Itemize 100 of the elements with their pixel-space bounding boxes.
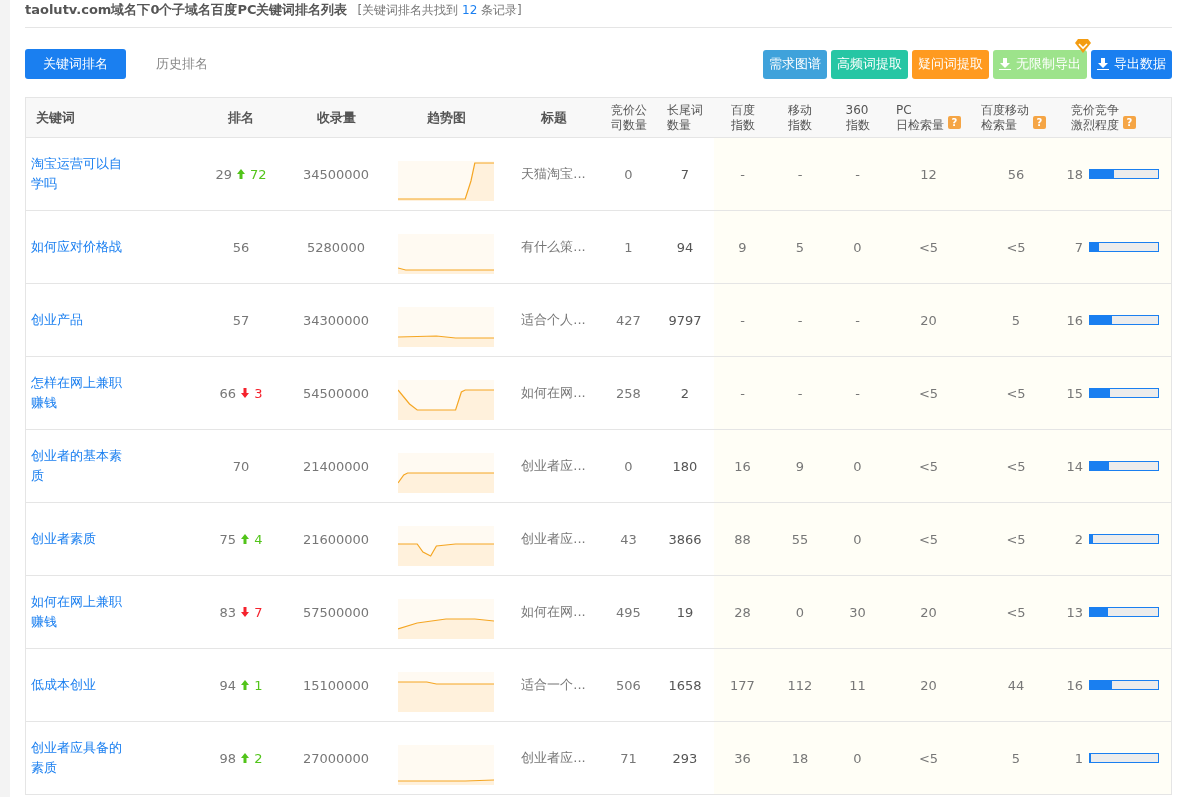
table-cell: <5 [1006, 604, 1026, 620]
table-cell: 177 [730, 677, 755, 693]
column-header: 百度移动 检索量 [981, 103, 1029, 132]
rank-value: 70 [232, 458, 250, 474]
table-cell: 16 [734, 458, 751, 474]
competition-bar [1089, 169, 1159, 179]
column-header: 竞价竞争 激烈程度 [1071, 103, 1119, 132]
column-header: 关键词 [36, 109, 75, 126]
table-cell: - [855, 166, 860, 182]
table-cell: 1 [624, 239, 633, 255]
competition-value: 13 [1066, 604, 1083, 620]
page-title-cell: 适合个人... [521, 311, 586, 329]
table-cell: 5 [1011, 750, 1021, 766]
table-cell: 0 [853, 750, 862, 766]
table-cell: - [740, 385, 745, 401]
rank-value: 98 [219, 750, 237, 766]
table-cell: <5 [918, 531, 939, 547]
table-cell: 44 [1007, 677, 1025, 693]
keyword-link[interactable]: 如何应对价格战 [31, 236, 122, 258]
competition-bar [1089, 315, 1159, 325]
competition-bar [1089, 242, 1159, 252]
keyword-link[interactable]: 创业者的基本素质 [31, 445, 133, 487]
download-icon [999, 58, 1011, 70]
table-cell: 180 [672, 458, 698, 474]
indexed-count: 54500000 [302, 385, 370, 401]
help-badge[interactable]: ? [1033, 116, 1046, 129]
table-cell: 112 [787, 677, 813, 693]
indexed-count: 57500000 [302, 604, 370, 620]
indexed-count: 27000000 [302, 750, 370, 766]
table-cell: 1658 [668, 677, 702, 693]
table-cell: 2 [680, 385, 690, 401]
column-header: PC 日检索量 [896, 103, 944, 132]
rank-change: 4 [254, 531, 263, 547]
column-header: 移动 指数 [788, 103, 812, 132]
table-cell: <5 [1006, 385, 1026, 401]
table-cell: 36 [734, 750, 751, 766]
competition-value: 7 [1074, 239, 1083, 255]
table-cell: 18 [791, 750, 809, 766]
table-cell: 7 [680, 166, 690, 182]
competition-value: 18 [1066, 166, 1083, 182]
table-cell: <5 [1006, 531, 1026, 547]
competition-bar [1089, 607, 1159, 617]
help-badge[interactable]: ? [948, 116, 961, 129]
action-button[interactable]: 高频词提取 [831, 49, 908, 79]
keyword-link[interactable]: 创业者素质 [31, 528, 96, 550]
table-cell: - [797, 385, 803, 401]
competition-bar [1089, 753, 1159, 763]
keyword-link[interactable]: 淘宝运营可以自学吗 [31, 153, 133, 195]
table-cell: 19 [676, 604, 694, 620]
table-cell: 88 [734, 531, 751, 547]
keyword-link[interactable]: 怎样在网上兼职赚钱 [31, 372, 133, 414]
record-count-note: [关键词排名共找到 12 条记录] [357, 2, 522, 19]
table-cell: - [797, 166, 803, 182]
table-cell: 30 [849, 604, 866, 620]
table-cell: 427 [616, 312, 641, 328]
rank-change: 3 [254, 385, 263, 401]
page-title-cell: 创业者应... [521, 457, 586, 475]
keyword-link[interactable]: 如何在网上兼职赚钱 [31, 591, 133, 633]
help-badge[interactable]: ? [1123, 116, 1136, 129]
action-button[interactable]: 疑问词提取 [912, 49, 989, 79]
table-cell: 20 [920, 677, 937, 693]
table-cell: 28 [734, 604, 751, 620]
rank-value: 75 [219, 531, 237, 547]
table-cell: 258 [616, 385, 641, 401]
down-arrow-icon [241, 388, 250, 398]
page-title-cell: 有什么策... [521, 238, 586, 256]
table-cell: - [740, 312, 745, 328]
table-cell: 9 [795, 458, 805, 474]
rank-change: 7 [254, 604, 263, 620]
tab[interactable]: 历史排名 [138, 49, 226, 79]
page-title-cell: 适合一个... [521, 676, 586, 694]
table-cell: 293 [672, 750, 698, 766]
up-arrow-icon [241, 680, 250, 690]
table-cell: - [797, 312, 803, 328]
table-cell: 0 [795, 604, 805, 620]
column-header: 趋势图 [426, 109, 466, 126]
competition-bar [1089, 534, 1159, 544]
keyword-link[interactable]: 创业产品 [31, 309, 83, 331]
table-cell: <5 [918, 458, 939, 474]
keyword-link[interactable]: 创业者应具备的素质 [31, 737, 133, 779]
table-cell: 0 [853, 531, 862, 547]
table-cell: 11 [849, 677, 866, 693]
rank-value: 66 [219, 385, 237, 401]
indexed-count: 21400000 [302, 458, 370, 474]
keyword-link[interactable]: 低成本创业 [31, 674, 96, 696]
column-header: 长尾词 数量 [667, 103, 703, 132]
action-button[interactable]: 导出数据 [1091, 49, 1172, 79]
table-cell: 55 [791, 531, 809, 547]
competition-bar [1089, 680, 1159, 690]
action-button[interactable]: 需求图谱 [763, 49, 827, 79]
rank-value: 94 [219, 677, 237, 693]
table-cell: <5 [1006, 239, 1026, 255]
table-cell: 71 [620, 750, 637, 766]
down-arrow-icon [241, 607, 250, 617]
table-cell: 0 [853, 239, 862, 255]
indexed-count: 5280000 [307, 239, 365, 255]
table-cell: 506 [616, 677, 641, 693]
tab[interactable]: 关键词排名 [25, 49, 126, 79]
rank-change: 1 [254, 677, 263, 693]
rank-value: 56 [232, 239, 250, 255]
